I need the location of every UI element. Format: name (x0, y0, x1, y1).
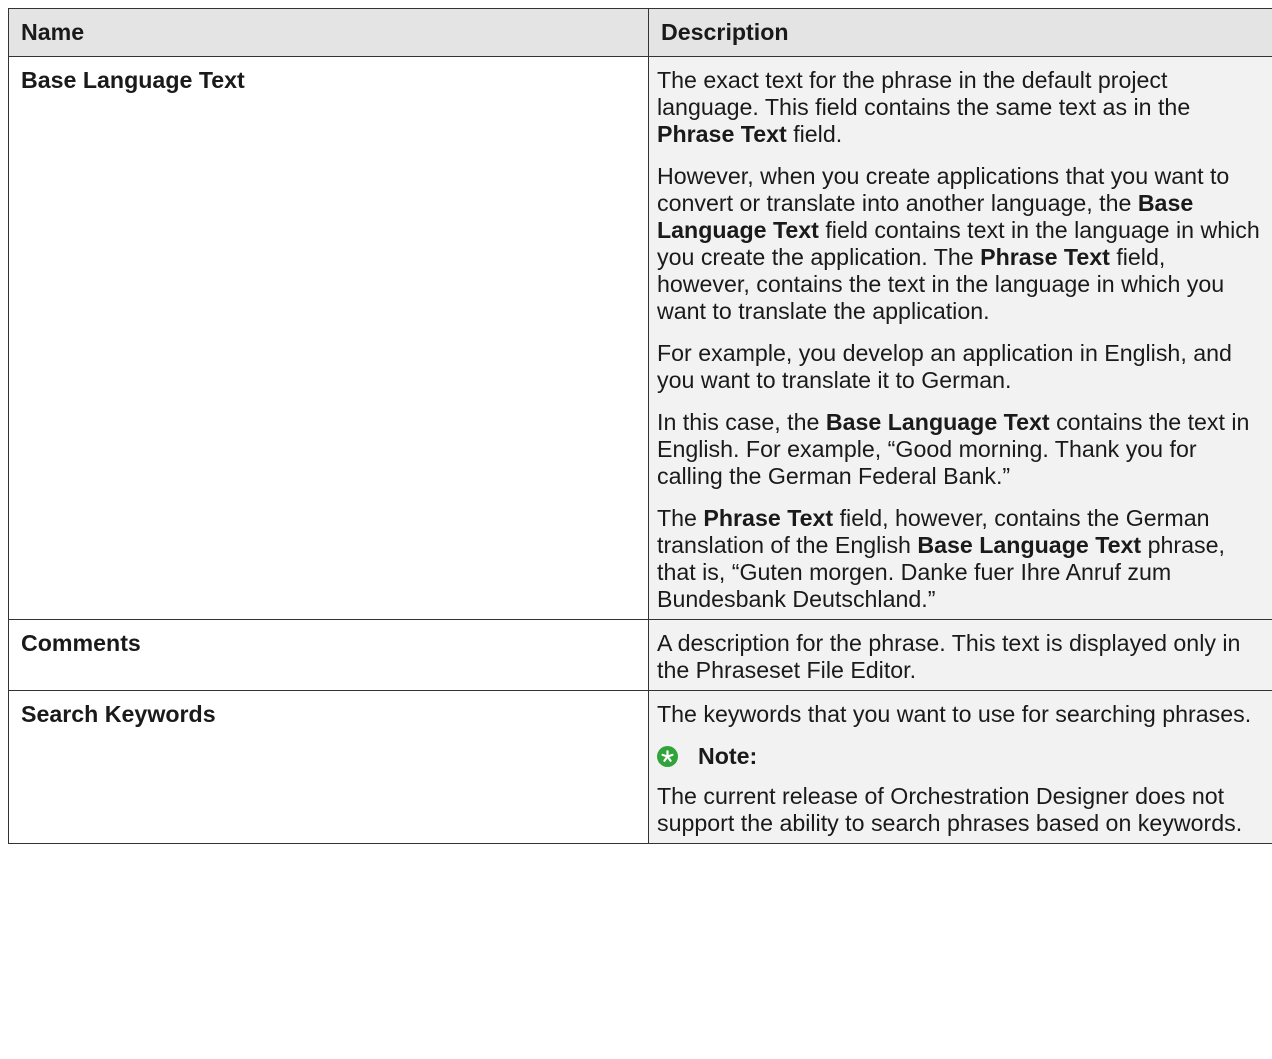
field-name-cell: Comments (8, 619, 649, 691)
note-heading: Note: (657, 743, 1260, 770)
text-run: A description for the phrase. This text … (657, 630, 1241, 683)
field-reference: Base Language Text (825, 409, 1050, 435)
text-run: The keywords that you want to use for se… (657, 701, 1252, 727)
text-run: For example, you develop an application … (657, 340, 1232, 393)
field-reference: Phrase Text (703, 505, 834, 531)
description-paragraph: The exact text for the phrase in the def… (657, 67, 1260, 148)
field-name-cell: Base Language Text (8, 56, 649, 620)
field-reference: Base Language Text (917, 532, 1142, 558)
text-run: The exact text for the phrase in the def… (657, 67, 1191, 120)
table-header-row: Name Description (8, 8, 1272, 57)
description-cell: The keywords that you want to use for se… (648, 690, 1272, 844)
note-text: The current release of Orchestration Des… (657, 783, 1243, 836)
field-reference: Phrase Text (980, 244, 1110, 270)
description-paragraph: The keywords that you want to use for se… (657, 701, 1260, 728)
text-run: field. (786, 121, 843, 147)
text-run: The (657, 505, 704, 531)
text-run: In this case, the (657, 409, 826, 435)
note-label: Note: (698, 743, 758, 769)
table-row: Base Language Text The exact text for th… (8, 56, 1272, 620)
description-paragraph: For example, you develop an application … (657, 340, 1260, 394)
description-paragraph: However, when you create applications th… (657, 163, 1260, 325)
field-name-cell: Search Keywords (8, 690, 649, 844)
description-paragraph: In this case, the Base Language Text con… (657, 409, 1260, 490)
field-reference: Phrase Text (657, 121, 787, 147)
description-paragraph: The Phrase Text field, however, contains… (657, 505, 1260, 613)
column-header-description: Description (648, 8, 1272, 57)
asterisk-icon (657, 746, 678, 767)
properties-table: Name Description Base Language Text The … (8, 8, 1272, 844)
table-row: Comments A description for the phrase. T… (8, 619, 1272, 691)
table-row: Search Keywords The keywords that you wa… (8, 690, 1272, 844)
description-cell: A description for the phrase. This text … (648, 619, 1272, 691)
column-header-name: Name (8, 8, 649, 57)
description-cell: The exact text for the phrase in the def… (648, 56, 1272, 620)
description-paragraph: A description for the phrase. This text … (657, 630, 1260, 684)
